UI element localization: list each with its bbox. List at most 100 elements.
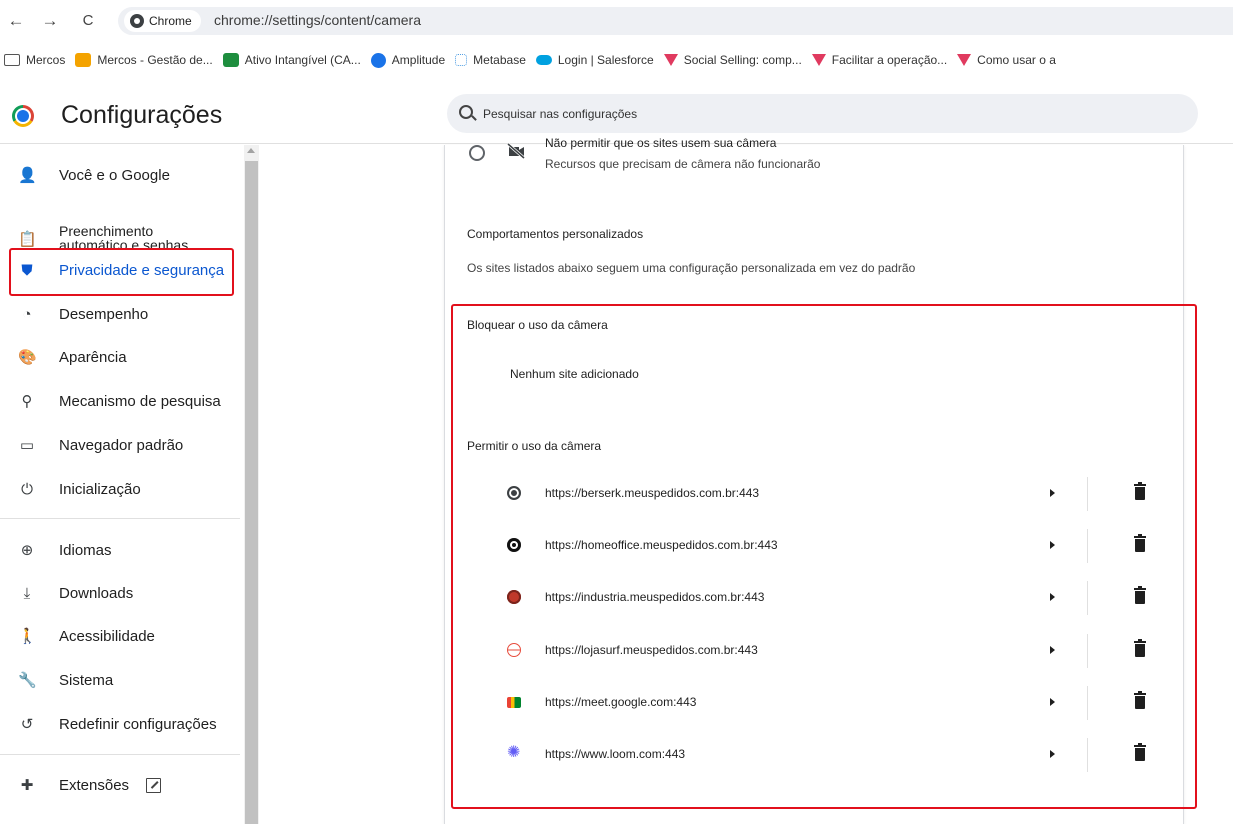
trash-icon[interactable] <box>1134 586 1146 604</box>
search-input[interactable] <box>483 103 1083 125</box>
row-separator <box>1087 738 1088 772</box>
scroll-thumb[interactable] <box>245 161 258 824</box>
settings-header: Configurações <box>0 80 1233 144</box>
power-icon: ⏻ <box>21 481 33 498</box>
block-empty-message: Nenhum site adicionado <box>510 367 639 381</box>
trash-icon[interactable] <box>1134 639 1146 657</box>
bookmark-item[interactable]: Mercos - Gestão de... <box>71 47 218 73</box>
bookmark-item[interactable]: Facilitar a operação... <box>808 47 953 73</box>
sidebar-item-download[interactable]: ⤓ Downloads <box>0 583 240 605</box>
site-row[interactable]: https://meet.google.com:443 <box>445 678 1183 730</box>
lojasurf-icon <box>507 643 521 657</box>
row-separator <box>1087 634 1088 668</box>
block-camera-radio[interactable] <box>469 145 485 161</box>
row-separator <box>1087 477 1088 511</box>
triangle-icon <box>663 54 678 66</box>
chrome-logo-icon <box>12 105 34 127</box>
site-url: https://meet.google.com:443 <box>545 695 697 709</box>
chevron-right-icon[interactable] <box>1050 646 1055 654</box>
bookmark-item[interactable]: Ativo Intangível (CA... <box>219 47 367 73</box>
site-row[interactable]: https://berserk.meuspedidos.com.br:443 <box>445 469 1183 521</box>
sidebar-scrollbar[interactable] <box>244 145 259 824</box>
site-url: https://industria.meuspedidos.com.br:443 <box>545 590 765 604</box>
amplitude-icon <box>370 52 386 68</box>
settings-search[interactable] <box>447 94 1198 133</box>
forward-arrow-icon[interactable]: → <box>38 9 62 33</box>
bookmark-item[interactable]: Social Selling: comp... <box>660 47 808 73</box>
trash-icon[interactable] <box>1134 743 1146 761</box>
history-icon: ↺ <box>20 716 34 733</box>
bookmark-label: Metabase <box>473 53 526 67</box>
browser-icon: ▭ <box>19 437 35 454</box>
sidebar-item-power[interactable]: ⏻ Inicialização <box>0 479 240 501</box>
reload-icon[interactable]: C <box>76 9 100 33</box>
sidebar-item-history[interactable]: ↺ Redefinir configurações <box>0 714 240 736</box>
sidebar-item-accessibility[interactable]: 🚶 Acessibilidade <box>0 626 240 648</box>
sidebar-item-speedometer[interactable]: ◔ Desempenho <box>0 304 240 326</box>
chevron-right-icon[interactable] <box>1050 541 1055 549</box>
sidebar-item-wrench[interactable]: 🔧 Sistema <box>0 670 240 692</box>
sidebar-item-label: Navegador padrão <box>59 437 184 454</box>
trash-icon[interactable] <box>1134 691 1146 709</box>
back-arrow-icon[interactable]: ← <box>4 9 28 33</box>
site-row[interactable]: https://lojasurf.meuspedidos.com.br:443 <box>445 626 1183 678</box>
bookmark-item[interactable]: Amplitude <box>367 47 451 73</box>
triangle-icon <box>811 54 826 66</box>
meet-icon <box>507 697 521 708</box>
chevron-right-icon[interactable] <box>1050 489 1055 497</box>
sidebar-item-puzzle[interactable]: ✚ Extensões <box>0 775 240 797</box>
clipboard-icon: 📋 <box>18 231 37 248</box>
chevron-right-icon[interactable] <box>1050 593 1055 601</box>
person-icon: 👤 <box>18 167 37 184</box>
chrome-page-chip[interactable]: Chrome <box>124 10 201 32</box>
sidebar-item-browser[interactable]: ▭ Navegador padrão <box>0 435 240 457</box>
block-option-desc: Recursos que precisam de câmera não func… <box>545 157 821 171</box>
custom-behaviors-title: Comportamentos personalizados <box>467 227 644 241</box>
cloud-icon <box>535 55 552 65</box>
scroll-up-icon[interactable] <box>247 148 255 153</box>
block-option-title: Não permitir que os sites usem sua câmer… <box>545 136 777 150</box>
loom-icon: ✺ <box>507 744 521 761</box>
chevron-right-icon[interactable] <box>1050 698 1055 706</box>
site-url: https://berserk.meuspedidos.com.br:443 <box>545 486 760 500</box>
sidebar-item-label: Redefinir configurações <box>59 716 217 733</box>
url-text[interactable]: chrome://settings/content/camera <box>214 12 421 28</box>
sidebar-item-person[interactable]: 👤 Você e o Google <box>0 165 240 187</box>
download-icon: ⤓ <box>23 585 31 602</box>
sidebar-divider <box>0 518 240 519</box>
trash-icon[interactable] <box>1134 534 1146 552</box>
trash-icon[interactable] <box>1134 482 1146 500</box>
chip-label: Chrome <box>149 14 192 28</box>
metabase-icon <box>455 54 468 66</box>
open-in-new-icon <box>146 778 161 793</box>
row-separator <box>1087 581 1088 615</box>
sidebar-item-globe[interactable]: ⊕ Idiomas <box>0 540 240 562</box>
globe-icon: ⊕ <box>20 542 34 559</box>
sidebar-item-label: Aparência <box>59 349 127 366</box>
sidebar-item-search[interactable]: ⚲ Mecanismo de pesquisa <box>0 391 240 413</box>
site-row[interactable]: https://industria.meuspedidos.com.br:443 <box>445 573 1183 625</box>
row-separator <box>1087 686 1088 720</box>
address-bar[interactable]: Chrome chrome://settings/content/camera <box>118 7 1233 35</box>
triangle-icon <box>957 54 972 66</box>
bookmark-label: Social Selling: comp... <box>683 53 802 67</box>
allow-section-label: Permitir o uso da câmera <box>467 439 602 453</box>
palette-icon: 🎨 <box>18 349 37 366</box>
sidebar-item-label: Desempenho <box>59 306 149 323</box>
red-logo-icon <box>507 590 521 604</box>
site-row[interactable]: https://homeoffice.meuspedidos.com.br:44… <box>445 521 1183 573</box>
sidebar-item-palette[interactable]: 🎨 Aparência <box>0 347 240 369</box>
sheets-icon <box>222 53 239 67</box>
settings-sidebar: 👤 Você e o Google 📋 Preenchimento automático… <box>0 145 244 824</box>
bookmark-item[interactable]: Mercos <box>0 47 71 73</box>
bookmark-item[interactable]: Como usar o a <box>953 47 1062 73</box>
highlight-box-sidebar <box>9 248 234 296</box>
camera-settings-card: Não permitir que os sites usem sua câmer… <box>444 136 1184 824</box>
sidebar-item-label: Downloads <box>59 585 134 602</box>
bookmark-item[interactable]: Metabase <box>451 47 532 73</box>
bookmark-item[interactable]: Login | Salesforce <box>532 47 660 73</box>
site-row[interactable]: ✺ https://www.loom.com:443 <box>445 730 1183 782</box>
sidebar-item-label: Inicialização <box>59 481 141 498</box>
chevron-right-icon[interactable] <box>1050 750 1055 758</box>
bookmark-label: Amplitude <box>391 53 446 67</box>
